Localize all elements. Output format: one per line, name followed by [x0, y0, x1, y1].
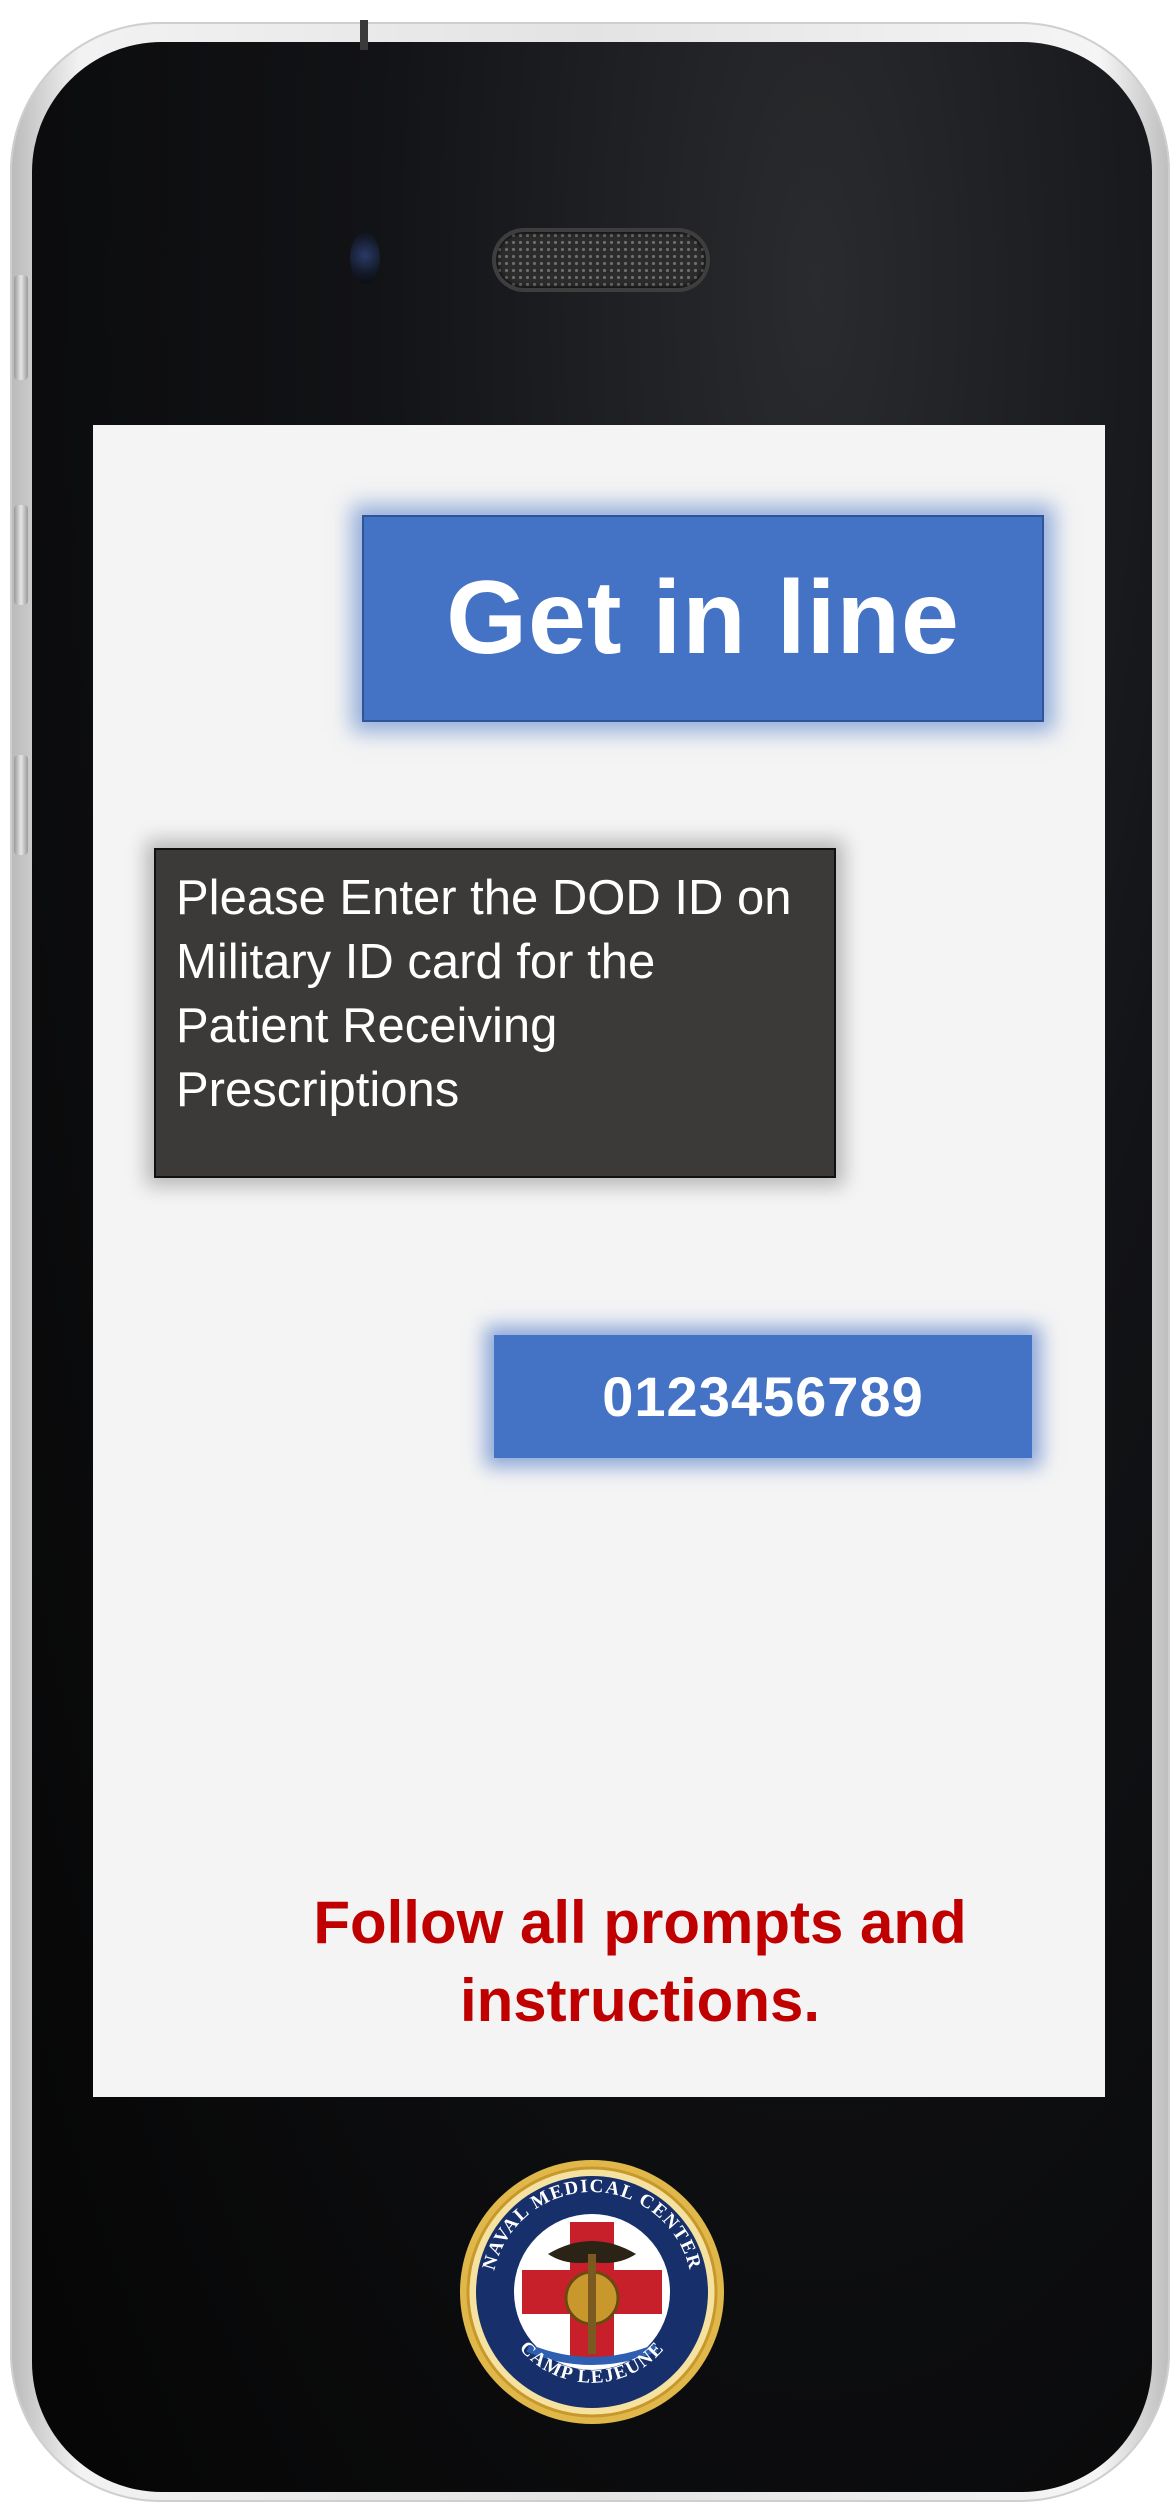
mute-switch	[14, 275, 28, 380]
naval-medical-center-seal[interactable]: NAVAL MEDICAL CENTER CAMP LEJEUNE	[458, 2158, 726, 2426]
sleep-button	[360, 20, 368, 50]
volume-down-button	[14, 755, 28, 855]
get-in-line-button[interactable]: Get in line	[362, 515, 1044, 722]
instruction-box: Please Enter the DOD ID on Military ID c…	[154, 848, 836, 1178]
speaker-grille	[496, 232, 706, 288]
camera-icon	[350, 232, 380, 284]
dod-id-input[interactable]	[494, 1335, 1032, 1458]
footer-note: Follow all prompts and instructions.	[313, 1889, 967, 2034]
volume-up-button	[14, 505, 28, 605]
